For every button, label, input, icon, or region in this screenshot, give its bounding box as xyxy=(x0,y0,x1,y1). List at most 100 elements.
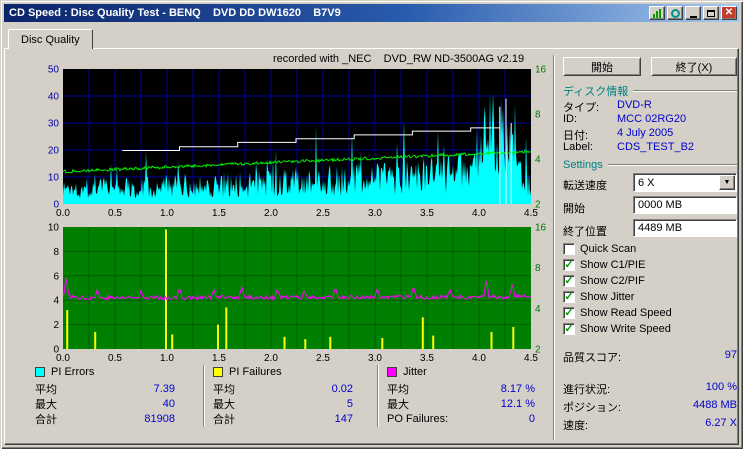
start-position-label: 開始 xyxy=(563,203,585,215)
speed-value: 6 X xyxy=(638,176,655,189)
svg-text:4.0: 4.0 xyxy=(472,353,486,363)
checkbox-box: ✓ xyxy=(563,259,575,271)
stats-separator xyxy=(203,365,205,427)
stat-row: 最大 12.1 % xyxy=(387,396,535,411)
stat-value: 40 xyxy=(162,397,175,410)
svg-text:3.0: 3.0 xyxy=(368,208,382,219)
checkbox-show-c1-pie[interactable]: ✓ Show C1/PIE xyxy=(563,259,645,271)
end-position-input[interactable]: 4489 MB xyxy=(633,219,737,237)
stat-row: 合計 147 xyxy=(213,411,353,426)
stat-row: 最大 40 xyxy=(35,396,175,411)
stat-row: 合計 81908 xyxy=(35,411,175,426)
legend-label: Jitter xyxy=(403,366,427,378)
checkbox-box xyxy=(563,243,575,255)
tab-disc-quality[interactable]: Disc Quality xyxy=(8,29,93,49)
pi-failures-swatch xyxy=(213,367,223,377)
pi-failures-stats: PI Failures 平均 0.02 最大 5 合計 147 xyxy=(213,365,353,426)
checkbox-label: Show C1/PIE xyxy=(580,259,646,271)
svg-text:2.5: 2.5 xyxy=(316,353,330,363)
svg-text:1.5: 1.5 xyxy=(212,208,226,219)
checkbox-show-write-speed[interactable]: ✓ Show Write Speed xyxy=(563,323,671,335)
checkbox-box: ✓ xyxy=(563,291,575,303)
speed-label: 転送速度 xyxy=(563,180,607,192)
disc-label-value: CDS_TEST_B2 xyxy=(617,141,695,153)
progress-row: 進行状況: 100 % xyxy=(563,381,737,397)
check-icon: ✓ xyxy=(564,322,574,335)
stat-label: 最大 xyxy=(387,398,409,411)
quality-score-value: 97 xyxy=(724,349,737,361)
start-button[interactable]: 開始 xyxy=(563,57,641,76)
quality-score-row: 品質スコア: 97 xyxy=(563,349,737,365)
svg-text:4: 4 xyxy=(53,296,59,307)
checkbox-box: ✓ xyxy=(563,307,575,319)
stat-label: 最大 xyxy=(35,398,57,411)
checkbox-show-jitter[interactable]: ✓ Show Jitter xyxy=(563,291,634,303)
svg-text:16: 16 xyxy=(535,65,547,76)
svg-text:2.0: 2.0 xyxy=(264,353,278,363)
svg-text:6: 6 xyxy=(53,271,59,282)
stat-value: 0.02 xyxy=(331,382,353,395)
check-icon: ✓ xyxy=(564,274,574,287)
stat-label: 平均 xyxy=(35,383,57,396)
svg-text:4.5: 4.5 xyxy=(524,353,538,363)
pi-errors-legend: PI Errors xyxy=(35,365,175,379)
stat-label: 合計 xyxy=(213,413,235,426)
exit-button[interactable]: 終了(X) xyxy=(651,57,737,76)
jitter-swatch xyxy=(387,367,397,377)
stat-label: 平均 xyxy=(213,383,235,396)
side-panel-separator xyxy=(553,55,555,440)
svg-text:0.5: 0.5 xyxy=(108,353,122,363)
bar-chart-icon-button[interactable] xyxy=(649,6,665,20)
svg-text:0.0: 0.0 xyxy=(56,353,70,363)
checkbox-quick-scan[interactable]: Quick Scan xyxy=(563,243,636,255)
pi-errors-swatch xyxy=(35,367,45,377)
checkbox-show-c2-pif[interactable]: ✓ Show C2/PIF xyxy=(563,275,645,287)
checkbox-label: Show Jitter xyxy=(580,291,635,303)
start-button-label: 開始 xyxy=(591,61,613,74)
pi-errors-stats: PI Errors 平均 7.39 最大 40 合計 81908 xyxy=(35,365,175,426)
svg-text:8: 8 xyxy=(535,110,541,121)
checkbox-label: Quick Scan xyxy=(580,243,637,255)
close-button[interactable]: ✕ xyxy=(721,6,737,20)
disc-quality-page: recorded with _NEC DVD_RW ND-3500AG v2.1… xyxy=(4,48,739,445)
stat-label: 平均 xyxy=(387,383,409,396)
speed-select[interactable]: 6 X ▼ xyxy=(633,173,737,192)
close-icon: ✕ xyxy=(724,7,734,18)
settings-header: Settings xyxy=(563,159,737,171)
minimize-icon xyxy=(689,15,697,18)
stat-value: 12.1 % xyxy=(500,397,535,410)
stat-value: 147 xyxy=(334,412,353,425)
chevron-down-icon[interactable]: ▼ xyxy=(719,175,735,190)
pi-errors-chart: 01020304050 168420.0 0.5 1.0 1.5 2.0 2.5 3.0 3.5… xyxy=(48,65,547,220)
minimize-button[interactable] xyxy=(685,6,701,20)
maximize-button[interactable] xyxy=(703,6,719,20)
stat-label: PO Failures: xyxy=(387,412,449,425)
start-position-input[interactable]: 0000 MB xyxy=(633,196,737,214)
svg-text:4.0: 4.0 xyxy=(472,208,486,219)
disc-icon-button[interactable] xyxy=(667,6,683,20)
legend-label: PI Errors xyxy=(51,366,95,378)
window-title: CD Speed : Disc Quality Test - BENQ DVD … xyxy=(9,7,341,19)
svg-text:8: 8 xyxy=(53,247,59,258)
progress-value: 100 % xyxy=(705,381,737,393)
stat-label: 合計 xyxy=(35,413,57,426)
position-label: ポジション: xyxy=(563,402,622,414)
jitter-chart: 0246810 168420.0 0.5 1.0 1.5 2.0 2.5 3.0 3.5 4.0 4… xyxy=(48,223,547,364)
stat-label: 最大 xyxy=(213,398,235,411)
svg-text:20: 20 xyxy=(48,146,60,157)
checkbox-show-read-speed[interactable]: ✓ Show Read Speed xyxy=(563,307,672,319)
svg-text:50: 50 xyxy=(48,65,60,76)
checkbox-label: Show Write Speed xyxy=(580,323,671,335)
speed-status-value: 6.27 X xyxy=(705,417,737,429)
settings-header-label: Settings xyxy=(563,159,603,171)
svg-text:16: 16 xyxy=(535,223,547,234)
section-rule xyxy=(607,164,737,166)
po-failures-row: PO Failures: 0 xyxy=(387,411,535,426)
app-window: CD Speed : Disc Quality Test - BENQ DVD … xyxy=(0,0,743,449)
exit-button-label: 終了(X) xyxy=(675,61,713,74)
svg-text:40: 40 xyxy=(48,92,60,103)
legend-label: PI Failures xyxy=(229,366,282,378)
disc-info-header: ディスク情報 xyxy=(563,83,737,99)
svg-text:1.5: 1.5 xyxy=(212,353,226,363)
disc-id-label: ID: xyxy=(563,113,578,125)
